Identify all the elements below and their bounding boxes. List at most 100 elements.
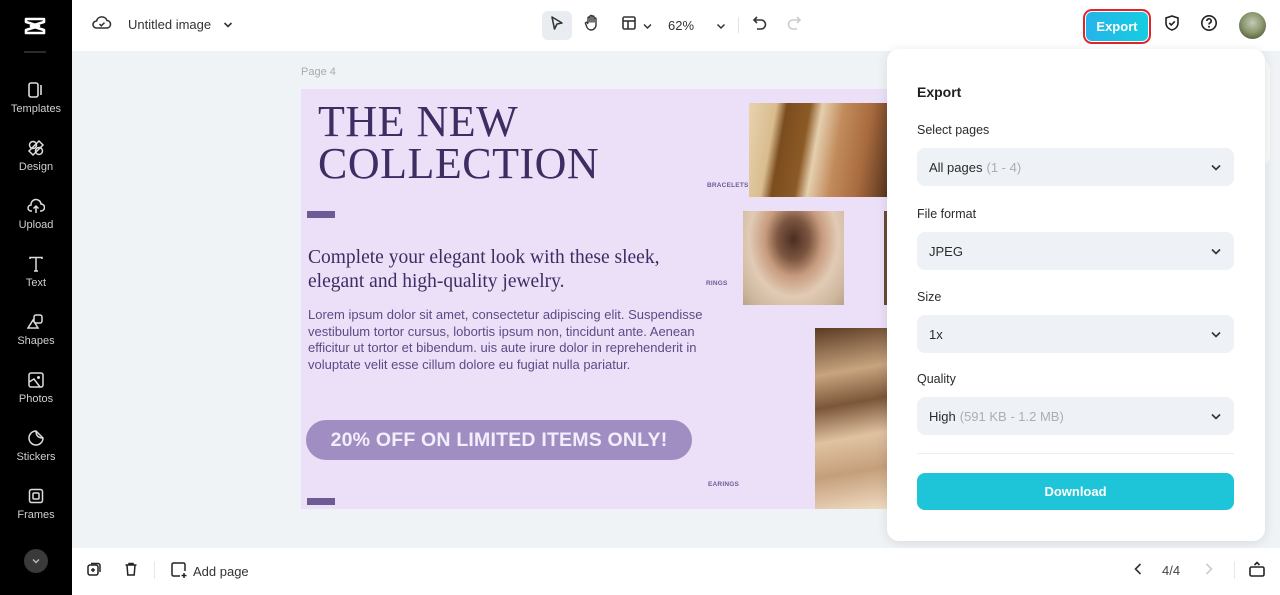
- bottom-bar: Add page 4/4: [72, 548, 1280, 595]
- bracelets-photo[interactable]: [749, 103, 887, 197]
- tag-bracelets[interactable]: BRACELETS: [707, 182, 749, 189]
- sidebar-item-label: Text: [25, 277, 47, 289]
- sidebar-more-button[interactable]: [24, 549, 48, 573]
- chevron-left-icon: [1133, 562, 1143, 581]
- zoom-level-value: 62%: [668, 18, 695, 33]
- sidebar-item-design[interactable]: Design: [0, 136, 72, 186]
- topbar: Untitled image 62% Export: [72, 0, 1280, 51]
- tag-rings[interactable]: RINGS: [706, 280, 728, 287]
- pages-tray-icon: [1248, 560, 1266, 583]
- add-page-label: Add page: [193, 563, 249, 579]
- help-button[interactable]: [1197, 11, 1221, 40]
- security-button[interactable]: [1160, 11, 1184, 40]
- file-format-dropdown[interactable]: JPEG: [917, 232, 1234, 270]
- capcut-logo-icon[interactable]: [20, 12, 50, 40]
- help-circle-icon: [1200, 14, 1218, 37]
- sidebar-item-label: Shapes: [17, 335, 55, 347]
- templates-icon: [26, 80, 46, 100]
- select-pages-value: All pages: [929, 159, 983, 175]
- cursor-arrow-icon: [549, 15, 565, 36]
- select-pages-dropdown[interactable]: All pages (1 - 4): [917, 148, 1234, 186]
- previous-page-button[interactable]: [1128, 561, 1148, 581]
- redo-button[interactable]: [782, 11, 806, 40]
- undo-icon: [752, 15, 768, 36]
- select-pages-hint: (1 - 4): [986, 159, 1022, 175]
- trash-icon: [123, 561, 139, 582]
- chevron-down-icon: [1210, 327, 1222, 342]
- chevron-down-icon: [642, 17, 652, 35]
- size-dropdown[interactable]: 1x: [917, 315, 1234, 353]
- layout-tool-button[interactable]: [616, 11, 656, 40]
- file-format-label: File format: [917, 207, 977, 221]
- page-manager-button[interactable]: [1247, 560, 1267, 583]
- page-label: Page 4: [301, 66, 336, 78]
- panel-divider: [917, 453, 1234, 454]
- add-page-icon: [170, 561, 188, 582]
- sidebar-item-label: Upload: [18, 219, 54, 231]
- zoom-level-dropdown[interactable]: 62%: [668, 11, 726, 40]
- layout-icon: [621, 15, 637, 36]
- design-icon: [26, 138, 46, 158]
- decorative-bar[interactable]: [307, 211, 335, 218]
- undo-button[interactable]: [748, 11, 772, 40]
- quality-value: High: [929, 408, 956, 424]
- sidebar-item-upload[interactable]: Upload: [0, 194, 72, 244]
- headline-line: COLLECTION: [318, 139, 600, 188]
- upload-icon: [26, 196, 46, 216]
- frames-icon: [26, 486, 46, 506]
- quality-hint: (591 KB - 1.2 MB): [959, 408, 1064, 424]
- rings-photo[interactable]: [743, 211, 844, 305]
- user-avatar[interactable]: [1239, 12, 1266, 39]
- chevron-down-icon: [1210, 409, 1222, 424]
- delete-page-button[interactable]: [121, 561, 141, 581]
- design-subheading[interactable]: Complete your elegant look with these sl…: [308, 246, 708, 294]
- chevron-down-icon: [1210, 160, 1222, 175]
- sidebar-item-templates[interactable]: Templates: [0, 78, 72, 128]
- chevron-down-icon: [1210, 244, 1222, 259]
- sidebar-item-photos[interactable]: Photos: [0, 368, 72, 418]
- sidebar-item-label: Stickers: [16, 451, 56, 463]
- hand-tool-button[interactable]: [577, 11, 607, 40]
- sidebar-item-text[interactable]: Text: [0, 252, 72, 302]
- size-value: 1x: [929, 326, 943, 342]
- duplicate-icon: [86, 561, 102, 582]
- decorative-bar[interactable]: [307, 498, 335, 505]
- app-root: Templates Design Upload Text Shapes Phot…: [0, 0, 1280, 595]
- select-pages-label: Select pages: [917, 123, 990, 137]
- duplicate-page-button[interactable]: [84, 561, 104, 581]
- shapes-icon: [26, 312, 46, 332]
- download-button[interactable]: Download: [917, 473, 1234, 510]
- headline-line: THE NEW: [318, 97, 519, 146]
- earings-photo[interactable]: [815, 328, 887, 509]
- hand-icon: [584, 14, 600, 37]
- bottom-divider: [1234, 561, 1235, 579]
- chevron-down-icon: [716, 17, 726, 35]
- next-page-button[interactable]: [1199, 561, 1219, 581]
- shield-check-icon: [1163, 14, 1181, 37]
- promo-banner[interactable]: 20% OFF ON LIMITED ITEMS ONLY!: [306, 420, 692, 460]
- design-page[interactable]: THE NEW COLLECTION Complete your elegant…: [301, 89, 887, 509]
- redo-icon: [786, 15, 802, 36]
- text-icon: [26, 254, 46, 274]
- add-page-button[interactable]: Add page: [170, 560, 249, 582]
- sidebar-item-shapes[interactable]: Shapes: [0, 310, 72, 360]
- sidebar-item-label: Templates: [10, 103, 62, 115]
- design-body-text[interactable]: Lorem ipsum dolor sit amet, consectetur …: [308, 307, 708, 373]
- logo-divider: [24, 51, 46, 53]
- sidebar: Templates Design Upload Text Shapes Phot…: [0, 0, 72, 595]
- cloud-sync-icon: [92, 14, 112, 35]
- tag-earings[interactable]: EARINGS: [708, 481, 739, 488]
- chevron-right-icon: [1204, 562, 1214, 581]
- quality-dropdown[interactable]: High (591 KB - 1.2 MB): [917, 397, 1234, 435]
- design-headline[interactable]: THE NEW COLLECTION: [318, 97, 600, 188]
- document-title[interactable]: Untitled image: [92, 14, 233, 35]
- sidebar-item-frames[interactable]: Frames: [0, 484, 72, 534]
- document-title-text[interactable]: Untitled image: [128, 17, 211, 32]
- quality-label: Quality: [917, 372, 956, 386]
- select-tool-button[interactable]: [542, 11, 572, 40]
- stickers-icon: [26, 428, 46, 448]
- chevron-down-icon[interactable]: [223, 21, 233, 29]
- size-label: Size: [917, 290, 942, 304]
- export-button[interactable]: Export: [1083, 9, 1151, 44]
- sidebar-item-stickers[interactable]: Stickers: [0, 426, 72, 476]
